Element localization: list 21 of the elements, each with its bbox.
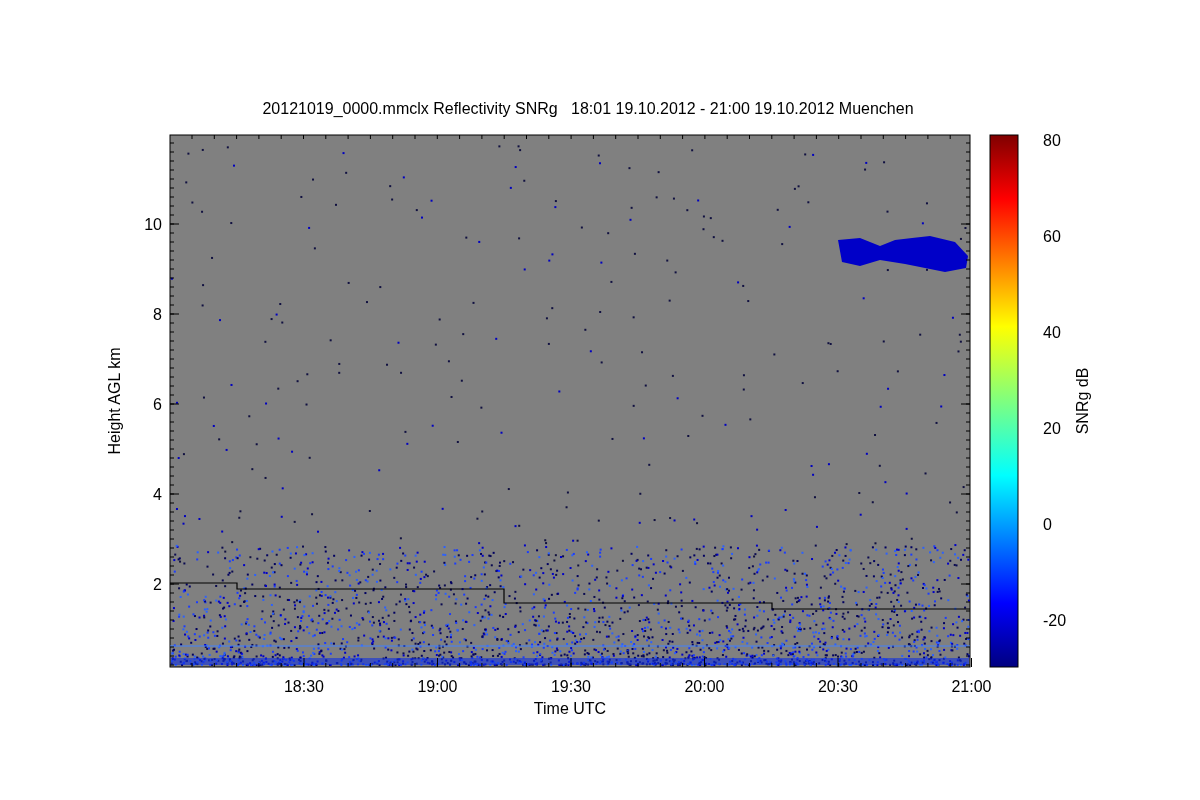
y-tick-label: 4 [153, 486, 162, 503]
colorbar-tick-label: 80 [1043, 132, 1061, 149]
colorbar-label: SNRg dB [1074, 367, 1091, 435]
y-axis-label: Height AGL km [106, 347, 123, 455]
colorbar-tick-label: 60 [1043, 228, 1061, 245]
x-tick-label: 20:30 [818, 678, 858, 695]
y-tick-label: 6 [153, 396, 162, 413]
colorbar-tick-label: 0 [1043, 516, 1052, 533]
y-tick-label: 8 [153, 306, 162, 323]
colorbar-tick-label: 20 [1043, 420, 1061, 437]
x-tick-label: 19:30 [551, 678, 591, 695]
plot-title: 20121019_0000.mmclx Reflectivity SNRg 18:01 19.10.2012 - 21:00 19.10.2012 Muenchen [262, 100, 914, 117]
x-tick-label: 18:30 [284, 678, 324, 695]
colorbar-tick-label: 40 [1043, 324, 1061, 341]
colorbar-tick-label: -20 [1043, 612, 1067, 629]
x-tick-label: 21:00 [951, 678, 992, 695]
x-axis-label: Time UTC [533, 700, 607, 717]
y-tick-label: 10 [144, 216, 162, 233]
x-tick-label: 19:00 [417, 678, 458, 695]
y-tick-label: 2 [153, 576, 162, 593]
x-tick-label: 20:00 [684, 678, 725, 695]
